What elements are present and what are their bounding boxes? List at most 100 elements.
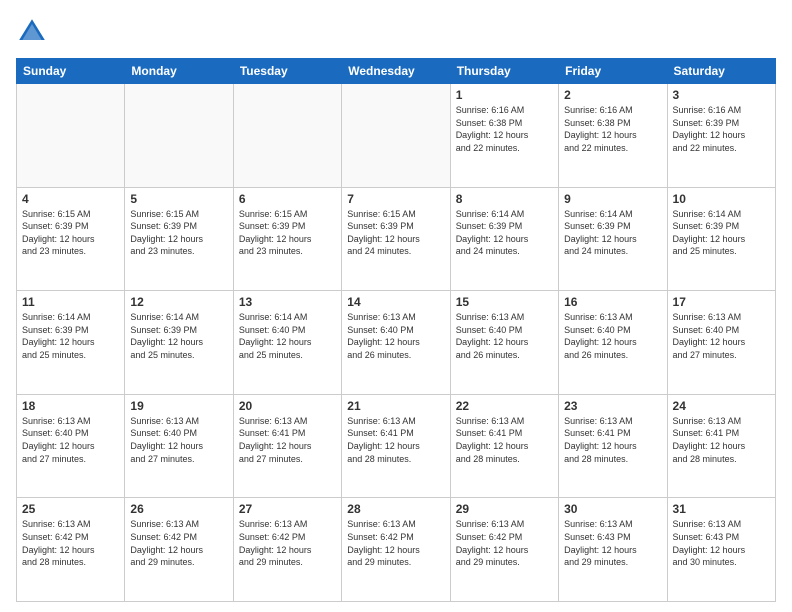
day-info: Sunrise: 6:13 AM Sunset: 6:40 PM Dayligh… <box>456 311 553 361</box>
day-info: Sunrise: 6:13 AM Sunset: 6:41 PM Dayligh… <box>673 415 770 465</box>
day-number: 21 <box>347 399 444 413</box>
week-row-5: 25 Sunrise: 6:13 AM Sunset: 6:42 PM Dayli… <box>17 498 776 602</box>
day-cell: 29 Sunrise: 6:13 AM Sunset: 6:42 PM Dayli… <box>450 498 558 602</box>
day-cell: 3 Sunrise: 6:16 AM Sunset: 6:39 PM Daylig… <box>667 84 775 188</box>
day-info: Sunrise: 6:14 AM Sunset: 6:39 PM Dayligh… <box>456 208 553 258</box>
day-cell: 27 Sunrise: 6:13 AM Sunset: 6:42 PM Dayli… <box>233 498 341 602</box>
day-number: 31 <box>673 502 770 516</box>
day-info: Sunrise: 6:13 AM Sunset: 6:43 PM Dayligh… <box>673 518 770 568</box>
day-number: 13 <box>239 295 336 309</box>
col-header-sunday: Sunday <box>17 59 125 84</box>
day-info: Sunrise: 6:14 AM Sunset: 6:39 PM Dayligh… <box>22 311 119 361</box>
day-info: Sunrise: 6:15 AM Sunset: 6:39 PM Dayligh… <box>239 208 336 258</box>
day-cell: 9 Sunrise: 6:14 AM Sunset: 6:39 PM Daylig… <box>559 187 667 291</box>
day-info: Sunrise: 6:15 AM Sunset: 6:39 PM Dayligh… <box>130 208 227 258</box>
day-number: 24 <box>673 399 770 413</box>
day-cell: 2 Sunrise: 6:16 AM Sunset: 6:38 PM Daylig… <box>559 84 667 188</box>
day-info: Sunrise: 6:13 AM Sunset: 6:41 PM Dayligh… <box>564 415 661 465</box>
day-info: Sunrise: 6:15 AM Sunset: 6:39 PM Dayligh… <box>22 208 119 258</box>
day-cell: 25Sunrise: 6:13 AM Sunset: 6:42 PM Dayli… <box>17 498 125 602</box>
day-info: Sunrise: 6:13 AM Sunset: 6:42 PM Dayligh… <box>239 518 336 568</box>
day-number: 14 <box>347 295 444 309</box>
col-header-monday: Monday <box>125 59 233 84</box>
col-header-friday: Friday <box>559 59 667 84</box>
day-number: 11 <box>22 295 119 309</box>
day-cell: 19 Sunrise: 6:13 AM Sunset: 6:40 PM Dayli… <box>125 394 233 498</box>
day-number: 2 <box>564 88 661 102</box>
day-cell: 22 Sunrise: 6:13 AM Sunset: 6:41 PM Dayli… <box>450 394 558 498</box>
day-info: Sunrise: 6:16 AM Sunset: 6:38 PM Dayligh… <box>564 104 661 154</box>
day-info: Sunrise: 6:13 AM Sunset: 6:41 PM Dayligh… <box>239 415 336 465</box>
day-info: Sunrise: 6:13 AM Sunset: 6:40 PM Dayligh… <box>130 415 227 465</box>
col-header-wednesday: Wednesday <box>342 59 450 84</box>
day-number: 12 <box>130 295 227 309</box>
day-number: 27 <box>239 502 336 516</box>
day-number: 18 <box>22 399 119 413</box>
day-info: Sunrise: 6:13 AM Sunset: 6:43 PM Dayligh… <box>564 518 661 568</box>
day-number: 8 <box>456 192 553 206</box>
day-info: Sunrise: 6:13 AM Sunset: 6:40 PM Dayligh… <box>673 311 770 361</box>
day-info: Sunrise: 6:13 AM Sunset: 6:41 PM Dayligh… <box>456 415 553 465</box>
col-header-saturday: Saturday <box>667 59 775 84</box>
day-number: 9 <box>564 192 661 206</box>
day-number: 28 <box>347 502 444 516</box>
day-cell: 11 Sunrise: 6:14 AM Sunset: 6:39 PM Dayli… <box>17 291 125 395</box>
day-number: 3 <box>673 88 770 102</box>
logo-icon <box>16 16 48 48</box>
calendar-table: SundayMondayTuesdayWednesdayThursdayFrid… <box>16 58 776 602</box>
week-row-4: 18 Sunrise: 6:13 AM Sunset: 6:40 PM Dayli… <box>17 394 776 498</box>
day-number: 22 <box>456 399 553 413</box>
day-number: 19 <box>130 399 227 413</box>
day-cell: 30 Sunrise: 6:13 AM Sunset: 6:43 PM Dayli… <box>559 498 667 602</box>
day-number: 23 <box>564 399 661 413</box>
day-info: Sunrise: 6:13 AM Sunset: 6:40 PM Dayligh… <box>22 415 119 465</box>
day-cell: 5 Sunrise: 6:15 AM Sunset: 6:39 PM Daylig… <box>125 187 233 291</box>
day-info: Sunrise: 6:14 AM Sunset: 6:39 PM Dayligh… <box>130 311 227 361</box>
day-cell: 26 Sunrise: 6:13 AM Sunset: 6:42 PM Dayli… <box>125 498 233 602</box>
day-info: Sunrise: 6:15 AM Sunset: 6:39 PM Dayligh… <box>347 208 444 258</box>
day-cell <box>342 84 450 188</box>
logo <box>16 16 52 48</box>
day-info: Sunrise: 6:14 AM Sunset: 6:39 PM Dayligh… <box>673 208 770 258</box>
day-number: 25 <box>22 502 119 516</box>
day-number: 5 <box>130 192 227 206</box>
day-info: Sunrise: 6:13 AM Sunset: 6:40 PM Dayligh… <box>564 311 661 361</box>
day-number: 15 <box>456 295 553 309</box>
day-number: 30 <box>564 502 661 516</box>
day-cell: 15 Sunrise: 6:13 AM Sunset: 6:40 PM Dayli… <box>450 291 558 395</box>
day-number: 10 <box>673 192 770 206</box>
day-cell: 12 Sunrise: 6:14 AM Sunset: 6:39 PM Dayli… <box>125 291 233 395</box>
day-cell: 1Sunrise: 6:16 AM Sunset: 6:38 PM Daylig… <box>450 84 558 188</box>
day-cell: 24 Sunrise: 6:13 AM Sunset: 6:41 PM Dayli… <box>667 394 775 498</box>
header <box>16 16 776 48</box>
day-info: Sunrise: 6:16 AM Sunset: 6:38 PM Dayligh… <box>456 104 553 154</box>
col-header-tuesday: Tuesday <box>233 59 341 84</box>
day-cell: 28Sunrise: 6:13 AM Sunset: 6:42 PM Dayli… <box>342 498 450 602</box>
day-cell: 7Sunrise: 6:15 AM Sunset: 6:39 PM Daylig… <box>342 187 450 291</box>
day-number: 26 <box>130 502 227 516</box>
day-info: Sunrise: 6:13 AM Sunset: 6:40 PM Dayligh… <box>347 311 444 361</box>
day-cell: 17 Sunrise: 6:13 AM Sunset: 6:40 PM Dayli… <box>667 291 775 395</box>
day-cell <box>125 84 233 188</box>
day-cell: 14 Sunrise: 6:13 AM Sunset: 6:40 PM Dayli… <box>342 291 450 395</box>
day-cell: 13Sunrise: 6:14 AM Sunset: 6:40 PM Dayli… <box>233 291 341 395</box>
day-info: Sunrise: 6:13 AM Sunset: 6:42 PM Dayligh… <box>456 518 553 568</box>
day-number: 17 <box>673 295 770 309</box>
day-number: 6 <box>239 192 336 206</box>
day-number: 16 <box>564 295 661 309</box>
day-number: 29 <box>456 502 553 516</box>
day-cell <box>17 84 125 188</box>
day-info: Sunrise: 6:14 AM Sunset: 6:39 PM Dayligh… <box>564 208 661 258</box>
day-number: 20 <box>239 399 336 413</box>
day-info: Sunrise: 6:13 AM Sunset: 6:42 PM Dayligh… <box>130 518 227 568</box>
day-cell: 18 Sunrise: 6:13 AM Sunset: 6:40 PM Dayli… <box>17 394 125 498</box>
day-info: Sunrise: 6:13 AM Sunset: 6:41 PM Dayligh… <box>347 415 444 465</box>
day-number: 4 <box>22 192 119 206</box>
day-info: Sunrise: 6:16 AM Sunset: 6:39 PM Dayligh… <box>673 104 770 154</box>
day-cell: 10 Sunrise: 6:14 AM Sunset: 6:39 PM Dayli… <box>667 187 775 291</box>
week-row-2: 4 Sunrise: 6:15 AM Sunset: 6:39 PM Daylig… <box>17 187 776 291</box>
day-cell: 23 Sunrise: 6:13 AM Sunset: 6:41 PM Dayli… <box>559 394 667 498</box>
day-cell: 16 Sunrise: 6:13 AM Sunset: 6:40 PM Dayli… <box>559 291 667 395</box>
day-cell: 8 Sunrise: 6:14 AM Sunset: 6:39 PM Daylig… <box>450 187 558 291</box>
page: SundayMondayTuesdayWednesdayThursdayFrid… <box>0 0 792 612</box>
